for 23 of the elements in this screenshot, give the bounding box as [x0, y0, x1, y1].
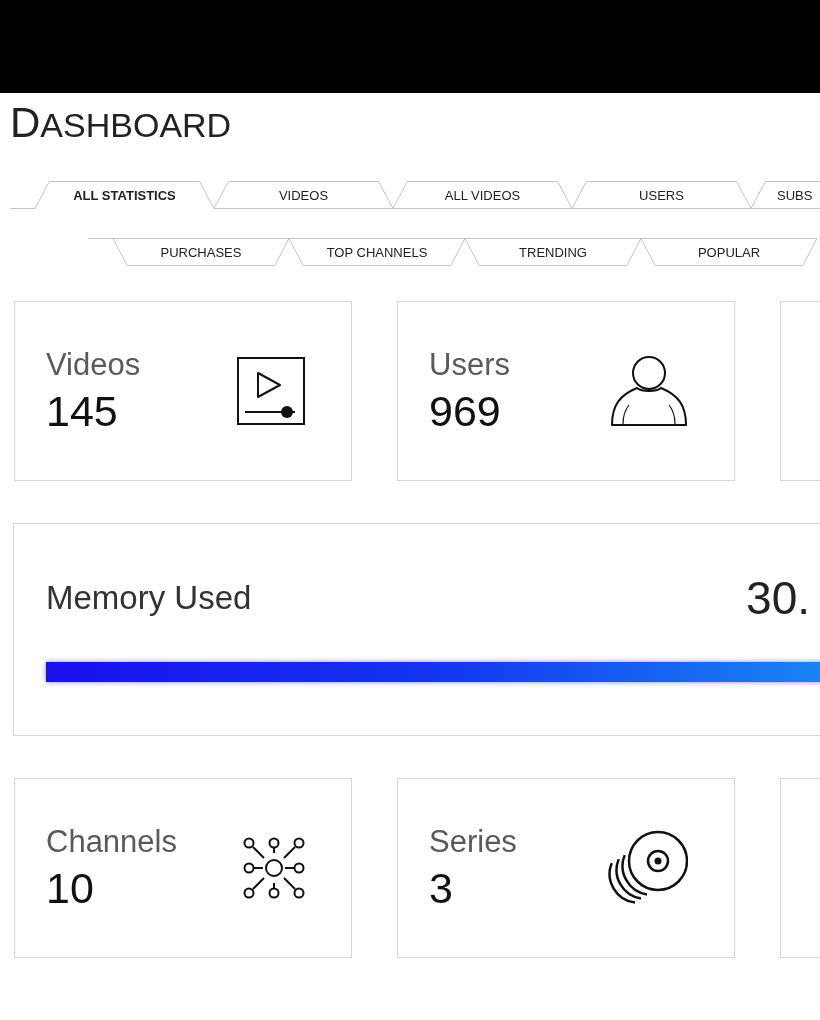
- page-title: DASHBOARD: [10, 101, 232, 147]
- stat-label: Series: [429, 823, 517, 861]
- stat-value: 145: [46, 386, 119, 436]
- tab[interactable]: VIDEOS: [214, 181, 393, 209]
- stat-label: Videos: [46, 346, 141, 384]
- tab[interactable]: PURCHASES: [113, 238, 289, 266]
- tab[interactable]: POPULAR: [641, 238, 817, 266]
- user-icon: [610, 355, 688, 427]
- video-player-icon: [237, 357, 305, 425]
- stat-value: 3: [429, 863, 454, 913]
- stat-label: Users: [429, 346, 510, 384]
- memory-value: 30.: [746, 572, 810, 624]
- stat-value: 969: [429, 386, 502, 436]
- disc-stack-icon: [606, 830, 688, 906]
- tab[interactable]: TOP CHANNELS: [289, 238, 465, 266]
- stat-value: 10: [46, 863, 95, 913]
- tab[interactable]: TRENDING: [465, 238, 641, 266]
- network-icon: [243, 837, 305, 899]
- memory-label: Memory Used: [46, 578, 252, 618]
- tab[interactable]: ALL VIDEOS: [393, 181, 572, 209]
- tab[interactable]: SUBS: [751, 181, 820, 209]
- tab[interactable]: ALL STATISTICS: [35, 181, 214, 209]
- stat-label: Channels: [46, 823, 177, 861]
